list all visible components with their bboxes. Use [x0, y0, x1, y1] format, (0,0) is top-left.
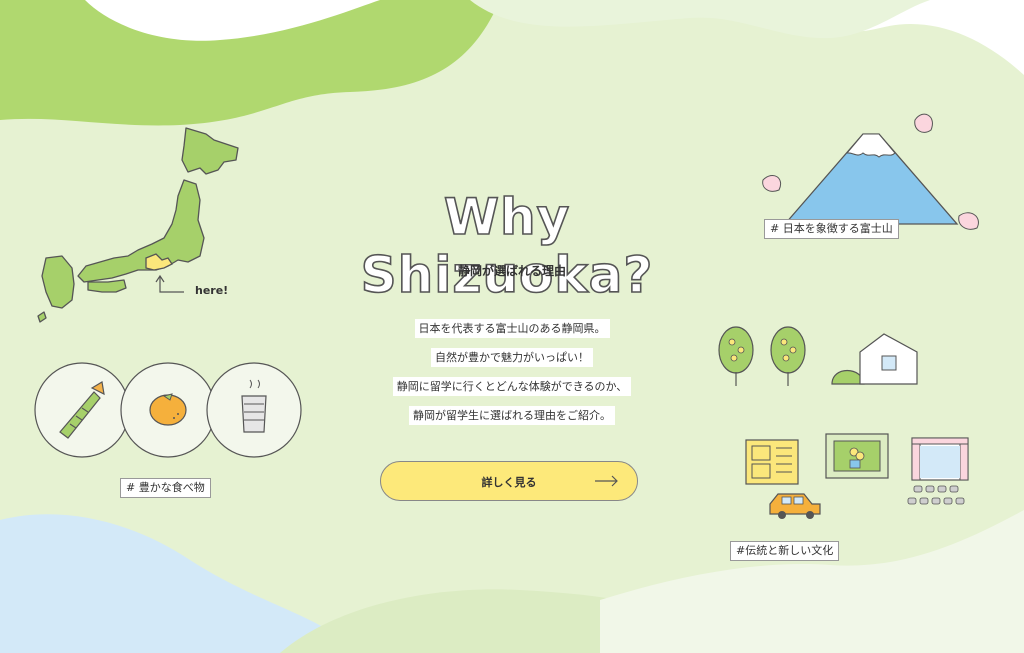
food-tag[interactable]: # 豊かな食べ物 — [120, 478, 211, 498]
here-marker-label: here! — [195, 284, 229, 297]
culture-illustration — [745, 433, 969, 519]
tree-icon — [718, 326, 754, 386]
description-line: 静岡が留学生に選ばれる理由をご紹介。 — [409, 406, 615, 425]
page-subtitle: 静岡が選ばれる理由 — [457, 264, 566, 278]
japan-map — [37, 127, 239, 323]
house-icon — [831, 333, 918, 385]
description-line: 日本を代表する富士山のある静岡県。 — [414, 319, 610, 338]
arrow-right-icon — [595, 475, 618, 487]
details-button[interactable]: 詳しく見る — [380, 461, 638, 501]
plamo-kit-icon — [745, 439, 799, 485]
description-line: 静岡に留学に行くとどんな体験ができるのか、 — [392, 377, 632, 396]
description-line: 自然が豊かで魅力がいっぱい！ — [431, 348, 593, 367]
car-icon — [769, 493, 821, 519]
nature-illustration — [718, 326, 918, 386]
fuji-tag[interactable]: # 日本を象徴する富士山 — [764, 219, 899, 239]
theater-icon — [907, 437, 969, 505]
page-title: Why Shizuoka? — [360, 187, 654, 305]
food-illustrations — [34, 362, 302, 458]
description: 日本を代表する富士山のある静岡県。 自然が豊かで魅力がいっぱい！ 静岡に留学に行… — [330, 314, 694, 430]
tree-icon — [770, 326, 806, 386]
mikan-icon — [149, 393, 187, 426]
framed-painting-icon — [825, 433, 889, 479]
culture-tag[interactable]: #伝統と新しい文化 — [730, 541, 840, 561]
